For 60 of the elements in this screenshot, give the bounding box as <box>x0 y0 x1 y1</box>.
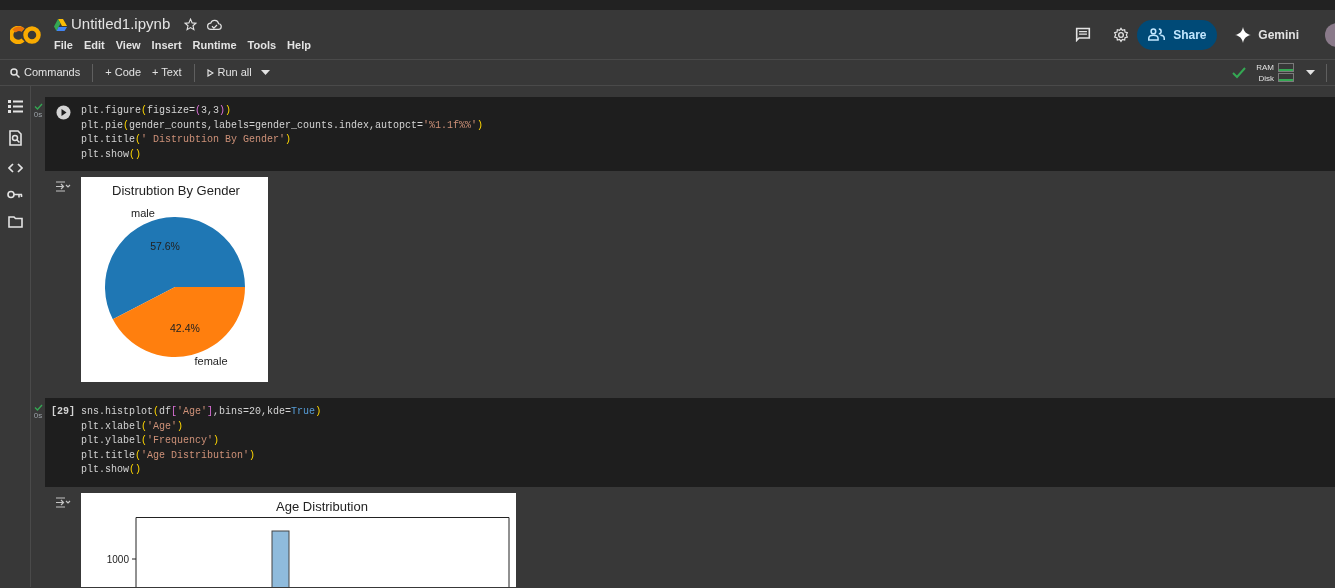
drive-icon <box>54 18 67 31</box>
settings-icon[interactable] <box>1113 26 1130 43</box>
chart-title: Distrubtion By Gender <box>112 183 240 198</box>
menu-item[interactable]: Help <box>287 37 311 54</box>
ram-label: RAM <box>1256 61 1274 73</box>
histogram-bar <box>271 530 290 587</box>
execution-time: 0s <box>33 411 43 420</box>
data-label: 57.6% <box>150 240 180 253</box>
play-icon <box>206 68 214 77</box>
notebook-title[interactable]: Untitled1.ipynb <box>71 13 171 36</box>
code-line: plt.pie(gender_counts,labels=gender_counts.index,autopct='%1.1f%%') <box>81 118 484 133</box>
gemini-button[interactable]: Gemini <box>1235 19 1299 50</box>
output-toggle-icon[interactable] <box>55 496 71 508</box>
caret-icon[interactable] <box>260 70 270 75</box>
comment-icon[interactable] <box>1075 27 1092 42</box>
ram-meter <box>1278 63 1294 72</box>
code-line: plt.xlabel('Age') <box>81 419 185 434</box>
run-cell-icon[interactable] <box>55 105 71 120</box>
people-icon <box>1148 28 1166 41</box>
document-search-icon[interactable] <box>8 130 22 146</box>
output-toggle-icon[interactable] <box>55 181 71 192</box>
star-icon[interactable] <box>184 18 198 31</box>
code-line: plt.title('Age Distribution') <box>81 448 257 463</box>
key-icon[interactable] <box>7 190 23 199</box>
code-line: plt.show() <box>81 463 143 477</box>
execution-time: 0s <box>33 110 43 119</box>
folder-icon[interactable] <box>7 216 23 228</box>
cloud-icon[interactable] <box>207 18 223 31</box>
execution-count: [29] <box>51 405 75 419</box>
menu-item[interactable]: Runtime <box>192 37 237 54</box>
run-all-button[interactable]: Run all <box>206 64 252 81</box>
code-line: plt.ylabel('Frequency') <box>81 434 221 448</box>
disk-meter <box>1278 73 1294 82</box>
add-text-button[interactable]: + Text <box>152 64 182 81</box>
menu-item[interactable]: File <box>54 37 73 54</box>
menu-item[interactable]: Edit <box>83 37 105 54</box>
menu-item[interactable]: Tools <box>247 37 277 54</box>
code-line: plt.title(' Distrubtion By Gender') <box>81 133 293 147</box>
caret-icon[interactable] <box>1306 70 1315 75</box>
code-line: plt.show() <box>81 147 143 162</box>
add-code-button[interactable]: + Code <box>105 64 142 81</box>
search-icon <box>10 67 20 78</box>
chart-title: Age Distribution <box>276 498 368 514</box>
data-label: 42.4% <box>170 321 200 334</box>
slice-label: female <box>194 355 228 367</box>
menu-item[interactable]: Insert <box>151 37 182 54</box>
code-line: sns.histplot(df['Age'],bins=20,kde=True) <box>81 405 322 419</box>
share-button[interactable]: Share <box>1137 19 1218 50</box>
sparkle-icon <box>1235 26 1252 43</box>
slice-label: male <box>131 207 155 219</box>
axis-tick-label: 1000 <box>106 553 129 565</box>
avatar-icon[interactable] <box>1325 22 1335 47</box>
commands-button[interactable]: Commands <box>10 64 81 81</box>
colab-logo-icon[interactable] <box>10 25 41 44</box>
tick-mark <box>131 558 137 559</box>
menu-item[interactable]: View <box>115 37 141 54</box>
code-line: plt.figure(figsize=(3,3)) <box>81 104 233 118</box>
list-icon[interactable] <box>7 100 23 113</box>
code-icon[interactable] <box>7 163 23 173</box>
disk-label: Disk <box>1258 72 1274 84</box>
